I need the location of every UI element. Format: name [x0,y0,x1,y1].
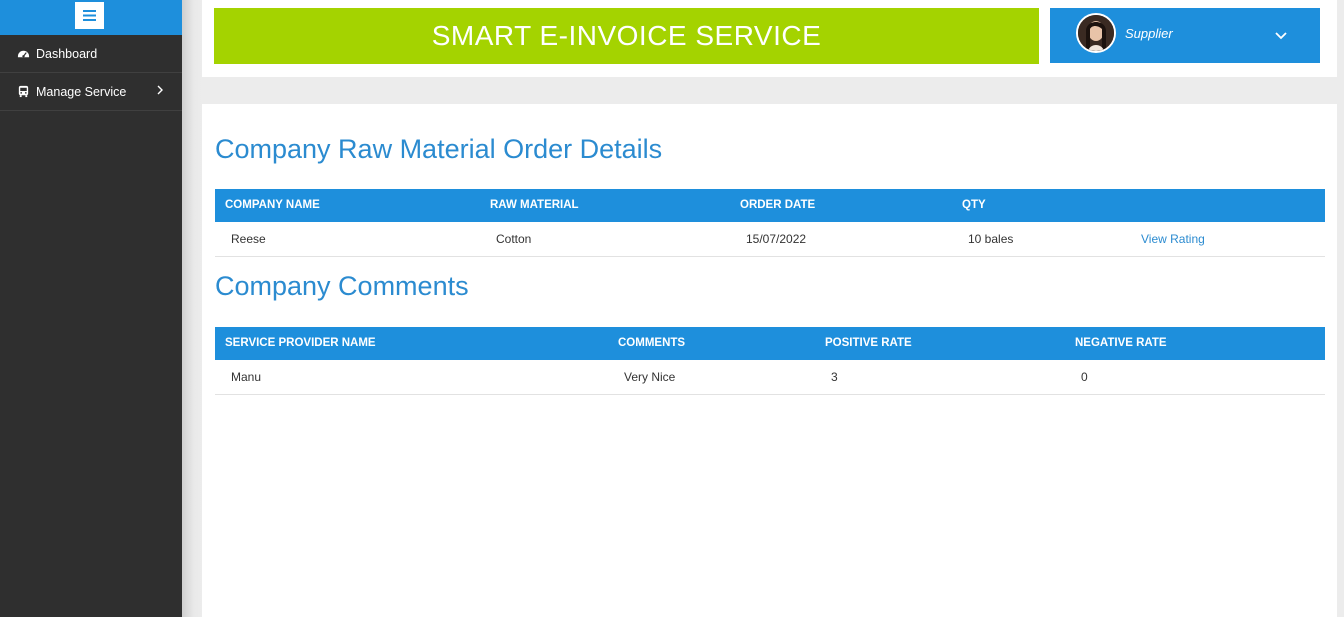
sidebar-shadow [182,0,202,617]
sidebar-item-dashboard[interactable]: Dashboard [0,35,182,73]
cell-company-name: Reese [231,232,266,246]
column-header: COMMENTS [618,337,686,349]
cell-qty: 10 bales [968,232,1014,246]
column-header: ORDER DATE [740,199,816,211]
column-header: SERVICE PROVIDER NAME [225,337,376,349]
column-header: QTY [962,199,986,211]
user-role-label: Supplier [1125,26,1173,41]
column-header: NEGATIVE RATE [1075,337,1167,349]
orders-section-title: Company Raw Material Order Details [215,134,663,164]
comments-section-title: Company Comments [215,271,469,301]
sidebar-item-label: Dashboard [36,46,98,61]
user-menu-dropdown[interactable]: Supplier [1050,8,1320,63]
sidebar-item-label: Manage Service [36,84,127,99]
chevron-right-icon [156,84,164,98]
table-row: Reese Cotton 15/07/2022 10 bales View Ra… [215,222,1325,257]
hamburger-icon [83,10,96,21]
column-header: RAW MATERIAL [490,199,579,211]
main-content: Company Raw Material Order Details COMPA… [202,104,1337,617]
comments-table-header: SERVICE PROVIDER NAME COMMENTS POSITIVE … [215,327,1325,360]
chevron-down-icon [1273,27,1289,43]
orders-table-header: COMPANY NAME RAW MATERIAL ORDER DATE QTY [215,189,1325,222]
cell-provider-name: Manu [231,370,262,384]
sidebar-item-manage-service[interactable]: Manage Service [0,73,182,111]
app-title-banner: SMART E-INVOICE SERVICE [214,8,1039,64]
bus-icon [17,85,30,98]
comments-table: SERVICE PROVIDER NAME COMMENTS POSITIVE … [215,327,1325,395]
cell-order-date: 15/07/2022 [746,232,807,246]
cell-comment: Very Nice [624,370,676,384]
cell-raw-material: Cotton [496,232,532,246]
sidebar: Dashboard Manage Service [0,0,182,617]
table-row: Manu Very Nice 3 0 [215,360,1325,395]
menu-toggle-button[interactable] [75,2,104,29]
dashboard-icon [17,47,30,60]
sidebar-header [0,0,182,35]
cell-negative-rate: 0 [1081,370,1088,384]
column-header: COMPANY NAME [225,199,320,211]
cell-positive-rate: 3 [831,370,838,384]
top-header: SMART E-INVOICE SERVICE Supplier [202,0,1337,77]
orders-table: COMPANY NAME RAW MATERIAL ORDER DATE QTY… [215,189,1325,257]
column-header: POSITIVE RATE [825,337,912,349]
view-rating-link[interactable]: View Rating [1141,232,1205,246]
avatar [1076,13,1116,53]
